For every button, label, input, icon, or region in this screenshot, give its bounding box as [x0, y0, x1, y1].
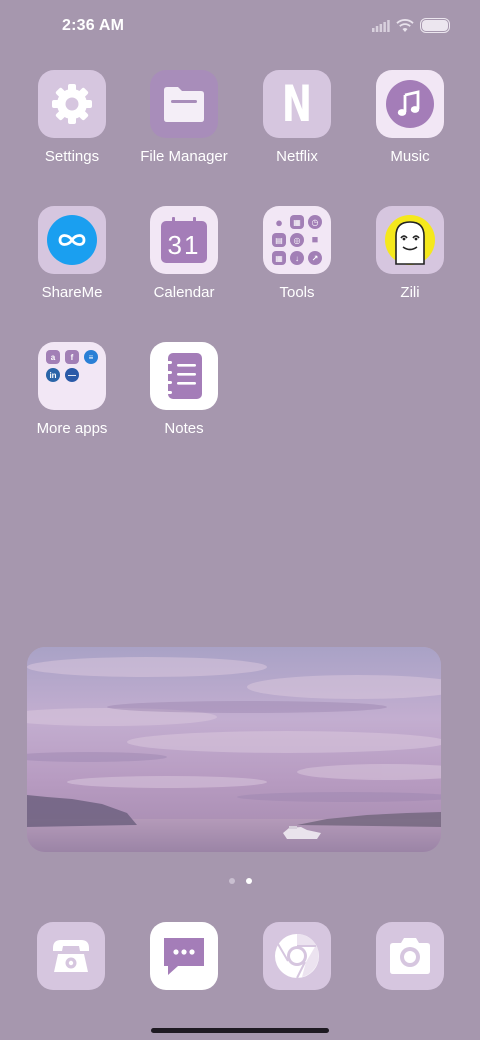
phone-icon [53, 940, 89, 972]
facebook-mini-icon: f [65, 350, 79, 364]
dock-messages[interactable] [150, 922, 218, 990]
calendar-ring-right [193, 217, 196, 225]
dock-camera[interactable] [376, 922, 444, 990]
sunset-photo [27, 647, 441, 852]
status-icons [372, 18, 450, 33]
zili-icon [376, 206, 444, 274]
calendar-ring-left [172, 217, 175, 225]
page-dot-2[interactable] [245, 878, 252, 884]
compass-mini-icon: ◎ [290, 233, 304, 247]
downloads-mini-icon: ↓ [290, 251, 304, 265]
calendar-page: 31 [161, 217, 207, 263]
infinity-icon [38, 206, 106, 274]
gear-icon [38, 70, 106, 138]
notes-icon [150, 342, 218, 410]
dock-phone[interactable] [37, 922, 105, 990]
netflix-icon: N [263, 70, 331, 138]
status-bar: 2:36 AM [0, 0, 480, 56]
linkedin-mini-icon: in [46, 368, 60, 382]
tools-folder-grid: ● ▦ ◷ ▤ ◎ ■ ▦ ↓ ↗ [272, 215, 322, 265]
app-label: More apps [36, 420, 108, 437]
scanner-mini-icon: ▦ [272, 251, 286, 265]
tools-folder-icon: ● ▦ ◷ ▤ ◎ ■ ▦ ↓ ↗ [263, 206, 331, 274]
calculator-mini-icon: ▦ [290, 215, 304, 229]
music-note-icon [376, 70, 444, 138]
calendar-icon: 31 [150, 206, 218, 274]
app-zili[interactable]: Zili [354, 206, 466, 301]
radio-mini-icon: ▤ [272, 233, 286, 247]
app-label: Calendar [153, 284, 215, 301]
signal-icon [372, 19, 390, 32]
amazon-mini-icon: a [46, 350, 60, 364]
dock-chrome[interactable] [263, 922, 331, 990]
camera-icon [390, 938, 430, 974]
app-label: Notes [164, 420, 204, 437]
status-time: 2:36 AM [62, 17, 125, 34]
netflix-letter: N [281, 75, 313, 133]
page-indicator[interactable] [0, 878, 480, 884]
app-label: ShareMe [41, 284, 103, 301]
app-file-manager[interactable]: File Manager [128, 70, 240, 165]
app-more-apps[interactable]: a f ≡ in — More apps [16, 342, 128, 437]
app-tools[interactable]: ● ▦ ◷ ▤ ◎ ■ ▦ ↓ ↗ Tools [241, 206, 353, 301]
chrome-icon [275, 934, 319, 979]
browser-mini-icon: ≡ [84, 350, 98, 364]
more-apps-folder-grid: a f ≡ in — [46, 350, 98, 382]
home-indicator[interactable] [151, 1028, 329, 1033]
app-calendar[interactable]: 31 Calendar [128, 206, 240, 301]
clock-mini-icon: ◷ [308, 215, 322, 229]
app-label: Settings [44, 148, 100, 165]
app-label: Music [390, 148, 430, 165]
app-shareme[interactable]: ShareMe [16, 206, 128, 301]
app-label: Zili [400, 284, 420, 301]
apps-folder-icon: a f ≡ in — [38, 342, 106, 410]
app-label: Netflix [276, 148, 318, 165]
battery-icon [420, 18, 450, 33]
battery-fill [422, 20, 448, 31]
app-label: File Manager [140, 148, 228, 165]
cleaner-mini-icon: ↗ [308, 251, 322, 265]
wifi-icon [396, 18, 414, 32]
page-dot-1[interactable] [228, 878, 235, 884]
photo-widget[interactable] [27, 647, 441, 852]
app-netflix[interactable]: N Netflix [241, 70, 353, 165]
app-label: Tools [279, 284, 315, 301]
folder-icon [150, 70, 218, 138]
contacts-mini-icon: ● [275, 214, 283, 230]
app-mini-icon: — [65, 368, 79, 382]
video-mini-icon: ■ [311, 234, 319, 246]
app-settings[interactable]: Settings [16, 70, 128, 165]
calendar-day: 31 [167, 229, 201, 260]
app-music[interactable]: Music [354, 70, 466, 165]
message-icon [164, 938, 204, 975]
app-notes[interactable]: Notes [128, 342, 240, 437]
